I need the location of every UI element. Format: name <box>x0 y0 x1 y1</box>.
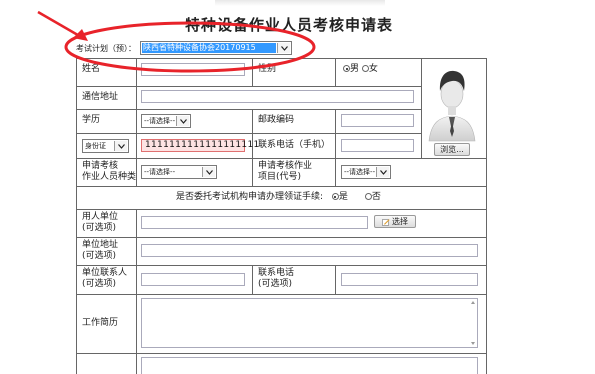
employer-address-input[interactable] <box>141 244 478 257</box>
entrust-yes-label: 是 <box>338 192 348 202</box>
chevron-down-icon[interactable] <box>114 141 127 151</box>
id-type-select-value: 身份证 <box>85 142 106 150</box>
contact-phone-input[interactable] <box>341 273 478 286</box>
chevron-down-icon[interactable] <box>202 167 215 177</box>
contact-label-line1: 单位联系人 <box>82 268 128 278</box>
page-title: 特种设备作业人员考核申请表 <box>185 16 394 34</box>
photo-placeholder <box>425 61 479 143</box>
grid-line <box>76 237 487 238</box>
browse-button[interactable]: 浏览... <box>434 143 470 156</box>
grid-line <box>76 86 421 87</box>
grid-line <box>335 265 336 294</box>
id-type-select[interactable]: 身份证 <box>82 139 129 153</box>
grid-line <box>76 265 487 266</box>
employer-label-line2: (可选项) <box>82 223 117 233</box>
contact-phone-label-line1: 联系电话 <box>258 268 295 278</box>
postcode-input[interactable] <box>341 114 414 127</box>
grid-line <box>76 294 487 295</box>
grid-line <box>76 158 487 159</box>
gender-radio-group: 男 女 <box>343 64 378 75</box>
exam-plan-selected-value: 陕西省特种设备协会20170915 <box>142 43 276 53</box>
employer-label-line1: 用人单位 <box>82 212 119 222</box>
category-select[interactable]: --请选择-- <box>141 165 217 179</box>
contact-label-line2: (可选项) <box>82 279 117 289</box>
phone-label: 联系电话（手机） <box>258 140 331 150</box>
grid-line <box>76 186 487 187</box>
annotation-arrow-line <box>37 10 84 40</box>
entrust-no-radio[interactable] <box>364 193 372 200</box>
education-select-value: --请选择-- <box>144 117 176 125</box>
select-button-label: 选择 <box>392 217 408 226</box>
grid-line <box>136 209 137 374</box>
category-select-value: --请选择-- <box>144 168 176 176</box>
chevron-down-icon[interactable] <box>277 43 290 53</box>
id-number-input[interactable]: 1111111111111111111 <box>141 139 259 152</box>
employer-input[interactable] <box>141 216 368 229</box>
education-select[interactable]: --请选择-- <box>141 114 191 128</box>
grid-line <box>252 265 253 294</box>
grid-line <box>252 58 253 86</box>
grid-line <box>76 209 487 210</box>
project-select-value: --请选择-- <box>344 168 376 176</box>
select-employer-button[interactable]: 选择 <box>374 215 416 228</box>
employer-address-label-line2: (可选项) <box>82 251 117 261</box>
education-label: 学历 <box>82 115 101 125</box>
grid-line <box>76 133 421 134</box>
entrust-row: 是否委托考试机构申请办理领证手续: 是 否 <box>176 192 381 203</box>
resume-label: 工作简历 <box>82 318 119 328</box>
chevron-down-icon[interactable] <box>176 116 189 126</box>
grid-line <box>335 109 336 186</box>
gender-male-label: 男 <box>350 64 360 74</box>
exam-plan-label: 考试计划（预）： <box>76 43 136 53</box>
avatar-icon <box>428 70 476 142</box>
resume-textarea[interactable] <box>141 298 478 348</box>
grid-line <box>136 58 137 186</box>
category-label-line2: 作业人员种类 <box>82 172 137 182</box>
contact-phone-label-line2: (可选项) <box>258 279 293 289</box>
contact-person-input[interactable] <box>141 273 245 286</box>
edit-icon <box>382 218 390 226</box>
next-row-input[interactable] <box>141 357 478 374</box>
entrust-no-label: 否 <box>371 192 381 202</box>
chevron-down-icon[interactable] <box>376 167 389 177</box>
address-input[interactable] <box>141 90 414 103</box>
gender-female-label: 女 <box>368 64 378 74</box>
grid-line <box>76 109 421 110</box>
grid-line <box>335 58 336 86</box>
category-label-line1: 申请考核 <box>82 161 119 171</box>
project-select[interactable]: --请选择-- <box>341 165 391 179</box>
entrust-yes-radio[interactable] <box>331 193 339 200</box>
address-label: 通信地址 <box>82 92 119 102</box>
scrollbar[interactable] <box>469 299 477 347</box>
exam-plan-select[interactable]: 陕西省特种设备协会20170915 <box>140 41 292 55</box>
gender-male-radio[interactable] <box>343 65 350 72</box>
grid-line <box>421 58 422 158</box>
project-label-line1: 申请考核作业 <box>258 161 313 171</box>
name-input[interactable] <box>141 63 245 76</box>
grid-line <box>76 353 487 354</box>
employer-address-label-line1: 单位地址 <box>82 240 119 250</box>
postcode-label: 邮政编码 <box>258 115 295 125</box>
gender-label: 性别 <box>258 64 277 74</box>
name-label: 姓名 <box>82 64 101 74</box>
exam-plan-row: 考试计划（预）： 陕西省特种设备协会20170915 <box>76 40 292 56</box>
gender-female-radio[interactable] <box>361 65 369 72</box>
phone-input[interactable] <box>341 139 414 152</box>
project-label-line2: 项目(代号) <box>258 172 302 182</box>
top-fade <box>215 0 385 6</box>
entrust-question: 是否委托考试机构申请办理领证手续: <box>176 192 324 202</box>
